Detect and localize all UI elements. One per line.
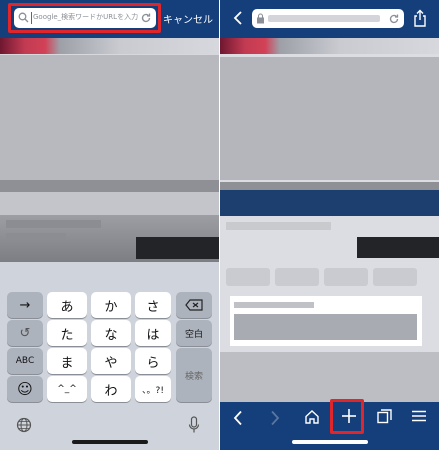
blurred-chip <box>226 268 270 286</box>
search-header: Google_検索ワードかURLを入力 キャンセル <box>0 0 219 38</box>
microphone-icon[interactable] <box>188 416 200 434</box>
key-a[interactable]: あ <box>47 292 87 318</box>
share-icon[interactable] <box>413 9 427 27</box>
menu-icon[interactable] <box>412 410 426 422</box>
key-arrow[interactable]: → <box>7 292 43 318</box>
blurred-navy-strip <box>220 190 439 216</box>
key-undo[interactable]: ↺ <box>7 320 43 346</box>
lock-icon <box>256 13 265 24</box>
key-space[interactable]: 空白 <box>176 320 212 346</box>
home-indicator <box>72 440 148 444</box>
key-ma[interactable]: ま <box>47 348 87 374</box>
key-na[interactable]: な <box>91 320 131 346</box>
blurred-dark-block <box>136 237 219 259</box>
blurred-card-body <box>234 314 417 340</box>
blurred-banner <box>0 38 219 54</box>
browser-header <box>220 0 439 38</box>
plus-highlight-box <box>330 399 364 434</box>
blurred-text <box>6 220 101 228</box>
backspace-key[interactable] <box>176 292 212 318</box>
key-emoji[interactable]: ☺ <box>7 376 43 402</box>
key-ra[interactable]: ら <box>135 348 171 374</box>
key-kaomoji[interactable]: ^_^ <box>47 376 87 402</box>
blurred-row <box>0 192 219 215</box>
blurred-strip <box>0 180 219 192</box>
blurred-banner <box>220 38 439 54</box>
url-text-blurred <box>268 15 380 22</box>
key-abc[interactable]: ABC <box>7 348 43 374</box>
browser-toolbar <box>220 399 439 450</box>
blurred-text <box>226 222 331 230</box>
blurred-text <box>6 233 66 240</box>
key-ha[interactable]: は <box>135 320 171 346</box>
tabs-icon[interactable] <box>377 409 392 424</box>
back-icon[interactable] <box>233 410 243 426</box>
blurred-chip <box>373 268 417 286</box>
key-sa[interactable]: さ <box>135 292 171 318</box>
reload-icon[interactable] <box>388 13 400 25</box>
url-bar[interactable] <box>252 9 404 28</box>
key-ya[interactable]: や <box>91 348 131 374</box>
blurred-dark-block <box>357 237 439 258</box>
blurred-card-text <box>234 302 314 308</box>
left-screen: Google_検索ワードかURLを入力 キャンセル → あ か さ ↺ た な … <box>0 0 219 450</box>
blurred-content-area <box>220 57 439 180</box>
key-wa[interactable]: わ <box>91 376 131 402</box>
cancel-button[interactable]: キャンセル <box>163 11 213 26</box>
globe-icon[interactable] <box>16 417 32 433</box>
key-punctuation[interactable]: 、。?! <box>135 376 171 402</box>
backspace-icon <box>185 299 203 311</box>
blurred-chip <box>324 268 368 286</box>
blurred-content-lower <box>220 352 439 402</box>
blurred-strip <box>220 182 439 190</box>
forward-icon[interactable] <box>270 410 280 426</box>
keyboard: → あ か さ ↺ た な は 空白 ABC ま や ら 検索 ☺ ^_^ わ … <box>0 262 219 450</box>
key-search[interactable]: 検索 <box>176 348 212 402</box>
blurred-content-area <box>0 55 219 180</box>
right-screen <box>220 0 439 450</box>
blurred-chip <box>275 268 319 286</box>
key-ta[interactable]: た <box>47 320 87 346</box>
back-chevron-icon[interactable] <box>233 11 243 25</box>
home-icon[interactable] <box>304 409 320 425</box>
home-indicator <box>292 440 368 444</box>
search-highlight-box <box>8 3 161 33</box>
key-ka[interactable]: か <box>91 292 131 318</box>
